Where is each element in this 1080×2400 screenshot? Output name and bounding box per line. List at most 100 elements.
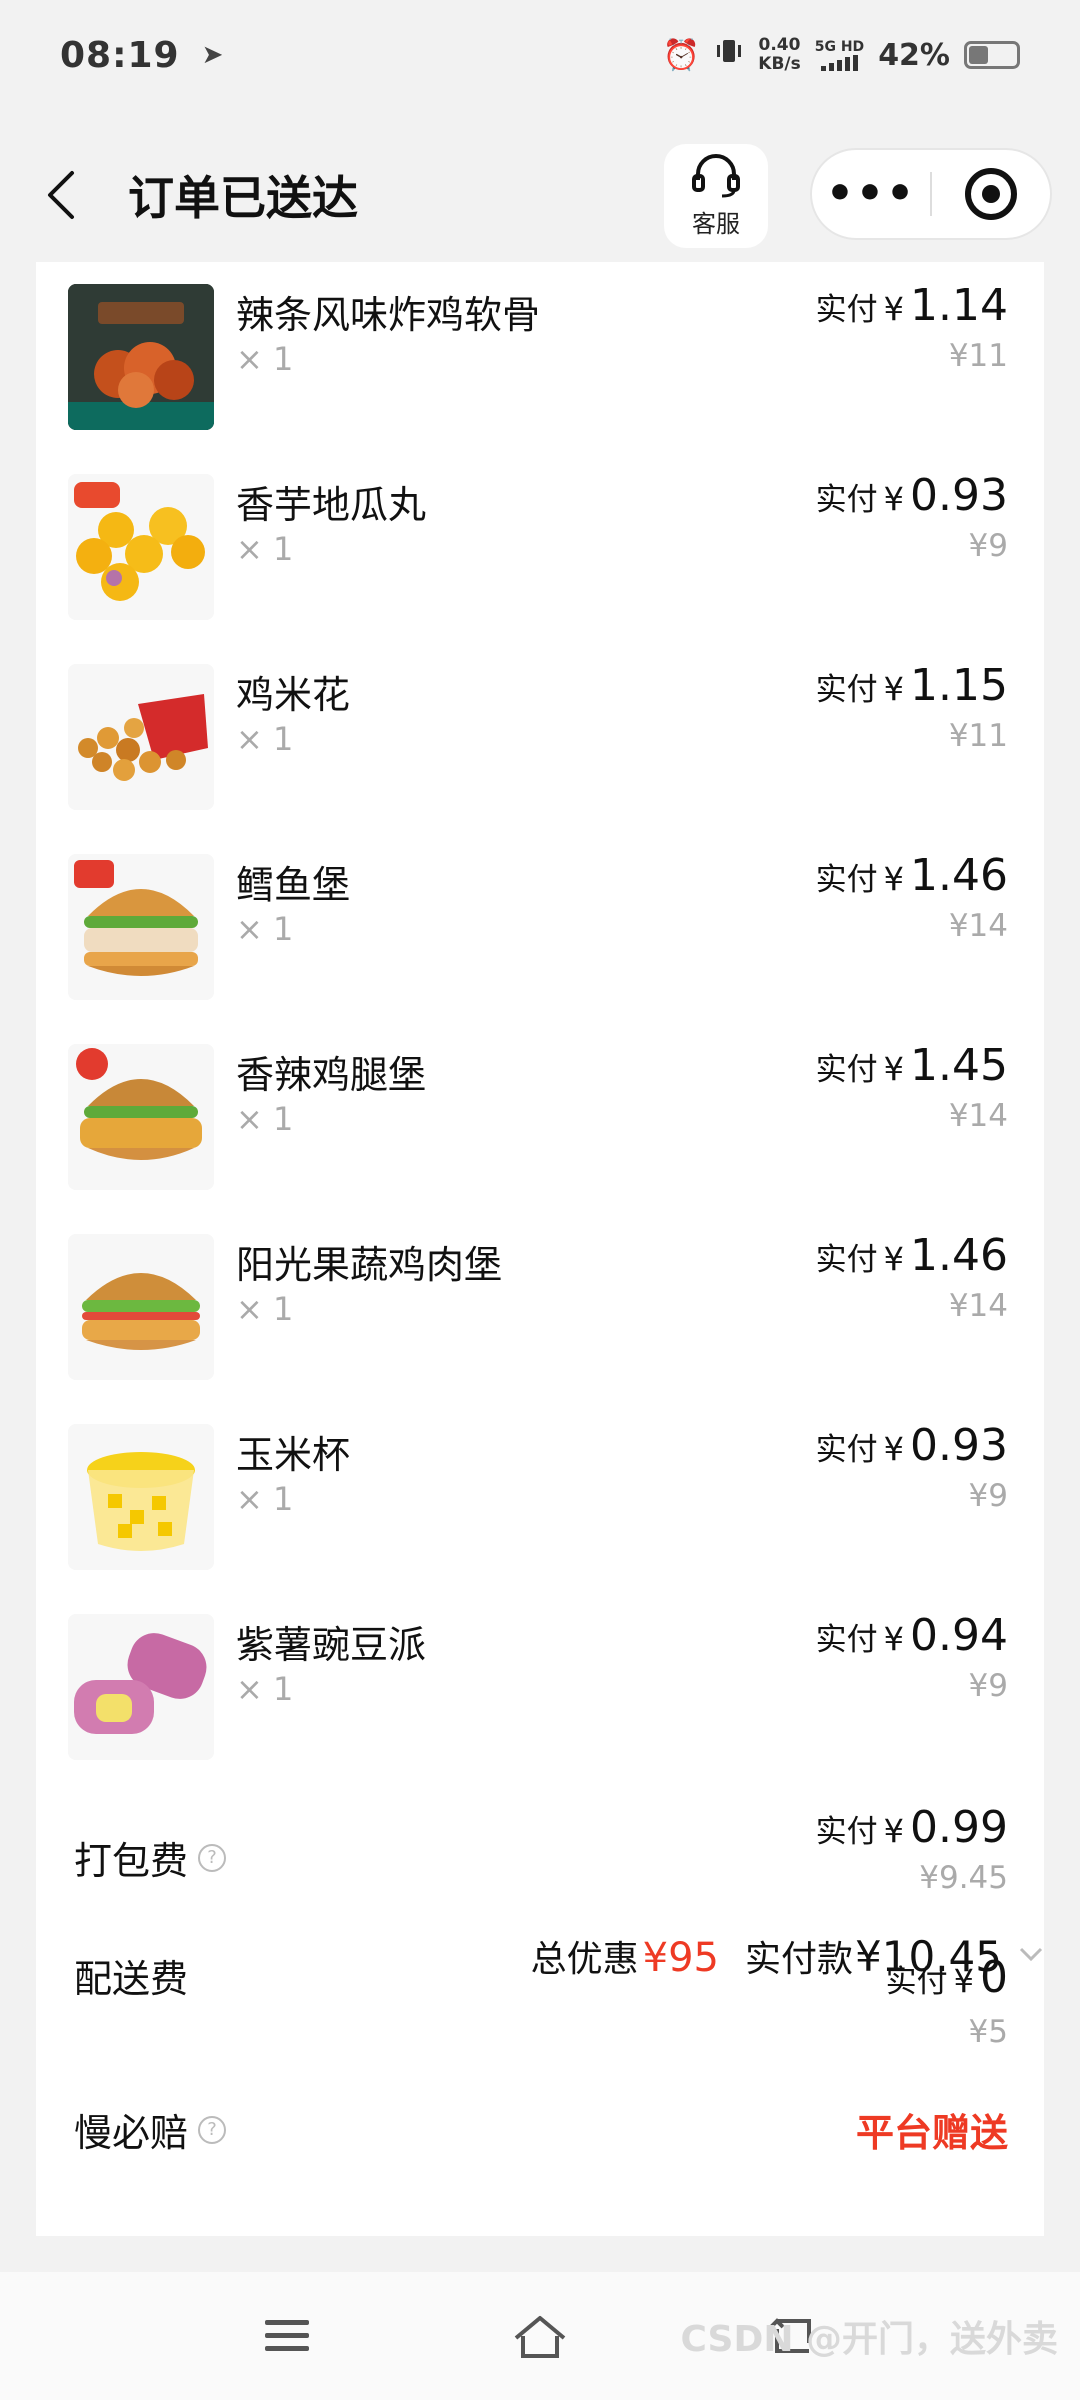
item-paid: 实付 ¥ 1.14 — [816, 280, 1008, 331]
total-discount-label: 总优惠 — [530, 1939, 639, 1980]
popcorn-chicken-image — [68, 664, 214, 810]
currency-symbol: ¥ — [883, 290, 905, 328]
original-price: ¥14 — [948, 1098, 1008, 1134]
order-summary[interactable]: 总优惠 ¥95 实付款 ¥10.45 — [531, 1930, 1044, 1982]
status-bar: 08:19 ➤ ⏰ 0.40 KB/s 5G HD 42% — [0, 0, 1080, 110]
item-paid: 实付 ¥ 0.93 — [816, 1420, 1008, 1471]
packing-fee-label: 打包费 — [74, 1839, 189, 1883]
late-guarantee-value: 平台赠送 — [855, 2111, 1008, 2155]
item-paid: 实付 ¥ 1.46 — [816, 1230, 1008, 1281]
sunshine-veggie-chicken-burger-image — [68, 1234, 214, 1380]
page-title: 订单已送达 — [128, 171, 358, 225]
paid-amount: 0.99 — [910, 1802, 1008, 1853]
customer-service-button[interactable]: 客服 — [664, 144, 768, 248]
signal-indicator: 5G HD — [814, 38, 865, 71]
watermark: CSDN @开门，送外卖 — [680, 2319, 1058, 2360]
late-guarantee-label: 慢必赔 — [74, 2111, 189, 2155]
currency-symbol: ¥ — [883, 1620, 905, 1658]
paid-amount: 0.94 — [910, 1610, 1008, 1661]
pay-label: 实付 — [815, 672, 878, 708]
item-paid: 实付 ¥ 1.46 — [816, 850, 1008, 901]
packing-fee-label-group: 打包费 ? — [74, 1830, 227, 1885]
battery-fill — [969, 46, 988, 64]
pay-label: 实付 — [815, 862, 878, 898]
total-paid-label: 实付款 — [745, 1939, 854, 1980]
order-item: 香辣鸡腿堡 × 1 实付 ¥ 1.45 ¥14 — [36, 1022, 1044, 1212]
order-item: 辣条风味炸鸡软骨 × 1 实付 ¥ 1.14 ¥11 — [36, 262, 1044, 452]
headset-icon — [690, 153, 742, 202]
fried-chicken-cartilage-image — [68, 284, 214, 430]
item-qty: × 1 — [236, 1670, 294, 1708]
original-price: ¥14 — [948, 908, 1008, 944]
currency-symbol: ¥ — [883, 1240, 905, 1278]
currency-symbol: ¥ — [883, 1430, 905, 1468]
pay-label: 实付 — [815, 1052, 878, 1088]
menu-icon[interactable] — [247, 2296, 327, 2376]
item-name: 阳光果蔬鸡肉堡 — [236, 1243, 503, 1287]
pay-label: 实付 — [815, 482, 878, 518]
item-name: 玉米杯 — [236, 1433, 351, 1477]
net-speed: 0.40 KB/s — [758, 36, 800, 74]
item-paid: 实付 ¥ 1.15 — [816, 660, 1008, 711]
item-qty: × 1 — [236, 530, 294, 568]
delivery-fee-label: 配送费 — [74, 1957, 189, 2001]
header: 订单已送达 客服 ••• — [0, 130, 1080, 260]
paid-amount: 1.45 — [910, 1040, 1008, 1091]
currency-symbol: ¥ — [883, 670, 905, 708]
help-icon[interactable]: ? — [198, 1843, 227, 1872]
mini-program-capsule: ••• — [810, 148, 1052, 240]
spicy-chicken-burger-image — [68, 1044, 214, 1190]
status-time: 08:19 — [60, 34, 180, 76]
delivery-fee-original: ¥5 — [968, 2014, 1008, 2050]
item-qty: × 1 — [236, 340, 294, 378]
location-arrow-icon: ➤ — [201, 40, 224, 70]
alarm-icon: ⏰ — [662, 37, 701, 73]
packing-fee-original: ¥9.45 — [919, 1860, 1008, 1896]
more-icon[interactable]: ••• — [812, 172, 930, 216]
status-right: ⏰ 0.40 KB/s 5G HD 42% — [663, 36, 1020, 74]
signal-label: 5G HD — [814, 38, 865, 55]
item-paid: 实付 ¥ 0.94 — [816, 1610, 1008, 1661]
item-name: 鳕鱼堡 — [236, 863, 351, 907]
original-price: ¥14 — [948, 1288, 1008, 1324]
paid-amount: 0.93 — [910, 470, 1008, 521]
home-icon[interactable] — [500, 2296, 580, 2376]
item-name: 辣条风味炸鸡软骨 — [236, 293, 541, 337]
net-speed-unit: KB/s — [758, 54, 801, 74]
paid-amount: 1.15 — [910, 660, 1008, 711]
item-name: 香辣鸡腿堡 — [236, 1053, 427, 1097]
currency-symbol: ¥ — [883, 1812, 905, 1850]
item-name: 鸡米花 — [236, 673, 351, 717]
paid-amount: 0.93 — [910, 1420, 1008, 1471]
pay-label: 实付 — [815, 1622, 878, 1658]
original-price: ¥9 — [968, 528, 1008, 564]
packing-fee-paid: 实付 ¥ 0.99 — [816, 1802, 1008, 1853]
original-price: ¥9 — [968, 1478, 1008, 1514]
order-item: 香芋地瓜丸 × 1 实付 ¥ 0.93 ¥9 — [36, 452, 1044, 642]
battery-percent: 42% — [878, 37, 950, 73]
back-icon[interactable] — [36, 165, 86, 225]
order-item: 鳕鱼堡 × 1 实付 ¥ 1.46 ¥14 — [36, 832, 1044, 1022]
help-icon[interactable]: ? — [198, 2115, 227, 2144]
customer-service-label: 客服 — [692, 209, 740, 238]
item-qty: × 1 — [236, 1290, 294, 1328]
chevron-down-icon[interactable] — [1018, 1941, 1044, 1967]
paid-amount: 1.46 — [910, 850, 1008, 901]
order-item: 玉米杯 × 1 实付 ¥ 0.93 ¥9 — [36, 1402, 1044, 1592]
item-name: 紫薯豌豆派 — [236, 1623, 427, 1667]
order-item: 紫薯豌豆派 × 1 实付 ¥ 0.94 ¥9 — [36, 1592, 1044, 1782]
close-target-icon[interactable] — [932, 168, 1050, 220]
item-qty: × 1 — [236, 720, 294, 758]
fish-burger-image — [68, 854, 214, 1000]
currency-symbol: ¥ — [883, 860, 905, 898]
item-paid: 实付 ¥ 1.45 — [816, 1040, 1008, 1091]
item-qty: × 1 — [236, 1100, 294, 1138]
signal-bars-icon — [820, 54, 858, 71]
item-paid: 实付 ¥ 0.93 — [816, 470, 1008, 521]
total-paid-value: ¥10.45 — [855, 1932, 1002, 1981]
item-name: 香芋地瓜丸 — [236, 483, 427, 527]
item-qty: × 1 — [236, 1480, 294, 1518]
net-speed-value: 0.40 — [758, 35, 801, 55]
vibrate-icon — [714, 36, 744, 74]
pay-label: 实付 — [815, 1432, 878, 1468]
